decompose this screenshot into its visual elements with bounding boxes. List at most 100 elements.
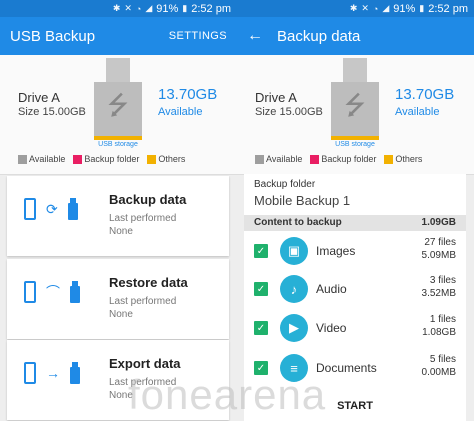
file-count: 1 files bbox=[429, 314, 456, 325]
content-row-audio[interactable]: ✓ ♪ Audio 3 files 3.52MB bbox=[244, 271, 466, 309]
wifi-icon: ◔ bbox=[372, 3, 379, 14]
export-icon: → bbox=[46, 365, 60, 381]
content-row-video[interactable]: ✓ ▶ Video 1 files 1.08GB bbox=[244, 310, 466, 348]
clock: 2:52 pm bbox=[428, 2, 468, 15]
checkbox-checked-icon[interactable]: ✓ bbox=[254, 321, 268, 335]
signal-icon: ◢ bbox=[145, 3, 153, 13]
phone-icon bbox=[24, 362, 36, 384]
legend-others: Others bbox=[147, 154, 185, 164]
battery-icon: ▮ bbox=[182, 3, 188, 13]
restore-data-card[interactable]: ⌒ Restore data Last performed None bbox=[7, 259, 229, 339]
settings-button[interactable]: SETTINGS bbox=[169, 30, 227, 42]
last-performed-value: None bbox=[109, 226, 133, 237]
last-performed-label: Last performed bbox=[109, 213, 177, 224]
file-size: 0.00MB bbox=[421, 367, 456, 378]
usb-drive-icon bbox=[67, 198, 78, 220]
usb-storage-label: USB storage bbox=[98, 141, 138, 148]
battery-level: 91% bbox=[393, 2, 416, 15]
content-name: Documents bbox=[316, 361, 377, 375]
content-header: Content to backup 1.09GB bbox=[244, 215, 466, 231]
usb-storage-icon: ⭍ USB storage bbox=[331, 58, 379, 153]
legend-backup-folder: Backup folder bbox=[73, 154, 139, 164]
file-size: 1.08GB bbox=[422, 327, 456, 338]
app-title: Backup data bbox=[277, 27, 361, 45]
battery-level: 91% bbox=[156, 2, 179, 15]
backup-data-card[interactable]: ⟳ Backup data Last performed None bbox=[7, 176, 229, 256]
back-arrow-icon[interactable]: ← bbox=[247, 27, 263, 45]
content-row-images[interactable]: ✓ ▣ Images 27 files 5.09MB bbox=[244, 233, 466, 271]
drive-name: Drive A bbox=[18, 90, 60, 105]
status-bar: ✱ ✕ ◔ ◢ 91% ▮ 2:52 pm bbox=[0, 0, 237, 17]
usb-drive-icon bbox=[70, 362, 80, 384]
drive-size: Size 15.00GB bbox=[255, 106, 323, 118]
checkbox-checked-icon[interactable]: ✓ bbox=[254, 244, 268, 258]
mute-icon: ✕ bbox=[124, 3, 132, 13]
available-space: 13.70GB bbox=[158, 86, 218, 103]
storage-bar bbox=[94, 136, 142, 140]
phone-icon bbox=[24, 281, 36, 303]
battery-icon: ▮ bbox=[419, 3, 425, 13]
available-space: 13.70GB bbox=[395, 86, 455, 103]
content-name: Audio bbox=[316, 282, 347, 296]
usb-symbol-icon: ⭍ bbox=[331, 82, 379, 136]
export-data-title: Export data bbox=[109, 356, 181, 371]
app-bar: ← Backup data bbox=[237, 17, 474, 55]
storage-legend: Available Backup folder Others bbox=[18, 154, 185, 164]
sync-icon: ⟳ bbox=[46, 200, 58, 217]
image-icon: ▣ bbox=[280, 237, 308, 265]
drive-size: Size 15.00GB bbox=[18, 106, 86, 118]
clock: 2:52 pm bbox=[191, 2, 231, 15]
document-icon: ≡ bbox=[280, 354, 308, 382]
backup-folder-label: Backup folder bbox=[254, 179, 316, 190]
content-name: Images bbox=[316, 244, 356, 258]
backup-data-title: Backup data bbox=[109, 192, 187, 207]
wifi-icon: ◔ bbox=[135, 3, 142, 14]
checkbox-checked-icon[interactable]: ✓ bbox=[254, 282, 268, 296]
legend-available: Available bbox=[18, 154, 65, 164]
content-label: Content to backup bbox=[254, 217, 342, 228]
legend-backup-folder: Backup folder bbox=[310, 154, 376, 164]
backup-data-screen: ✱ ✕ ◔ ◢ 91% ▮ 2:52 pm ← Backup data Driv… bbox=[237, 0, 474, 421]
restore-data-title: Restore data bbox=[109, 275, 188, 290]
file-count: 3 files bbox=[429, 275, 456, 286]
last-performed-label: Last performed bbox=[109, 377, 177, 388]
music-note-icon: ♪ bbox=[280, 275, 308, 303]
last-performed-value: None bbox=[109, 390, 133, 401]
file-count: 27 files bbox=[424, 237, 456, 248]
usb-symbol-icon: ⭍ bbox=[94, 82, 142, 136]
app-title: USB Backup bbox=[10, 27, 96, 45]
file-count: 5 files bbox=[429, 354, 456, 365]
legend-others: Others bbox=[384, 154, 422, 164]
usb-storage-label: USB storage bbox=[335, 141, 375, 148]
restore-icon: ⌒ bbox=[46, 284, 60, 300]
backup-folder-input[interactable] bbox=[254, 193, 404, 208]
last-performed-value: None bbox=[109, 309, 133, 320]
drive-card: Drive A Size 15.00GB ⭍ USB storage 13.70… bbox=[0, 55, 237, 175]
status-bar: ✱ ✕ ◔ ◢ 91% ▮ 2:52 pm bbox=[237, 0, 474, 17]
content-total: 1.09GB bbox=[421, 217, 456, 228]
bluetooth-icon: ✱ bbox=[349, 3, 358, 13]
checkbox-checked-icon[interactable]: ✓ bbox=[254, 361, 268, 375]
phone-icon bbox=[24, 198, 36, 220]
file-size: 5.09MB bbox=[421, 250, 456, 261]
storage-legend: Available Backup folder Others bbox=[255, 154, 422, 164]
start-button[interactable]: START bbox=[244, 400, 466, 412]
content-name: Video bbox=[316, 321, 347, 335]
bluetooth-icon: ✱ bbox=[112, 3, 121, 13]
storage-bar bbox=[331, 136, 379, 140]
drive-name: Drive A bbox=[255, 90, 297, 105]
content-row-documents[interactable]: ✓ ≡ Documents 5 files 0.00MB bbox=[244, 350, 466, 388]
legend-available: Available bbox=[255, 154, 302, 164]
available-label: Available bbox=[158, 106, 203, 118]
usb-storage-icon: ⭍ USB storage bbox=[94, 58, 142, 153]
file-size: 3.52MB bbox=[421, 288, 456, 299]
last-performed-label: Last performed bbox=[109, 296, 177, 307]
available-label: Available bbox=[395, 106, 440, 118]
backup-form: Backup folder Content to backup 1.09GB ✓… bbox=[244, 174, 466, 421]
usb-backup-screen: ✱ ✕ ◔ ◢ 91% ▮ 2:52 pm USB Backup SETTING… bbox=[0, 0, 237, 421]
drive-card: Drive A Size 15.00GB ⭍ USB storage 13.70… bbox=[237, 55, 474, 175]
video-icon: ▶ bbox=[280, 314, 308, 342]
export-data-card[interactable]: → Export data Last performed None bbox=[7, 340, 229, 420]
app-bar: USB Backup SETTINGS bbox=[0, 17, 237, 55]
signal-icon: ◢ bbox=[382, 3, 390, 13]
